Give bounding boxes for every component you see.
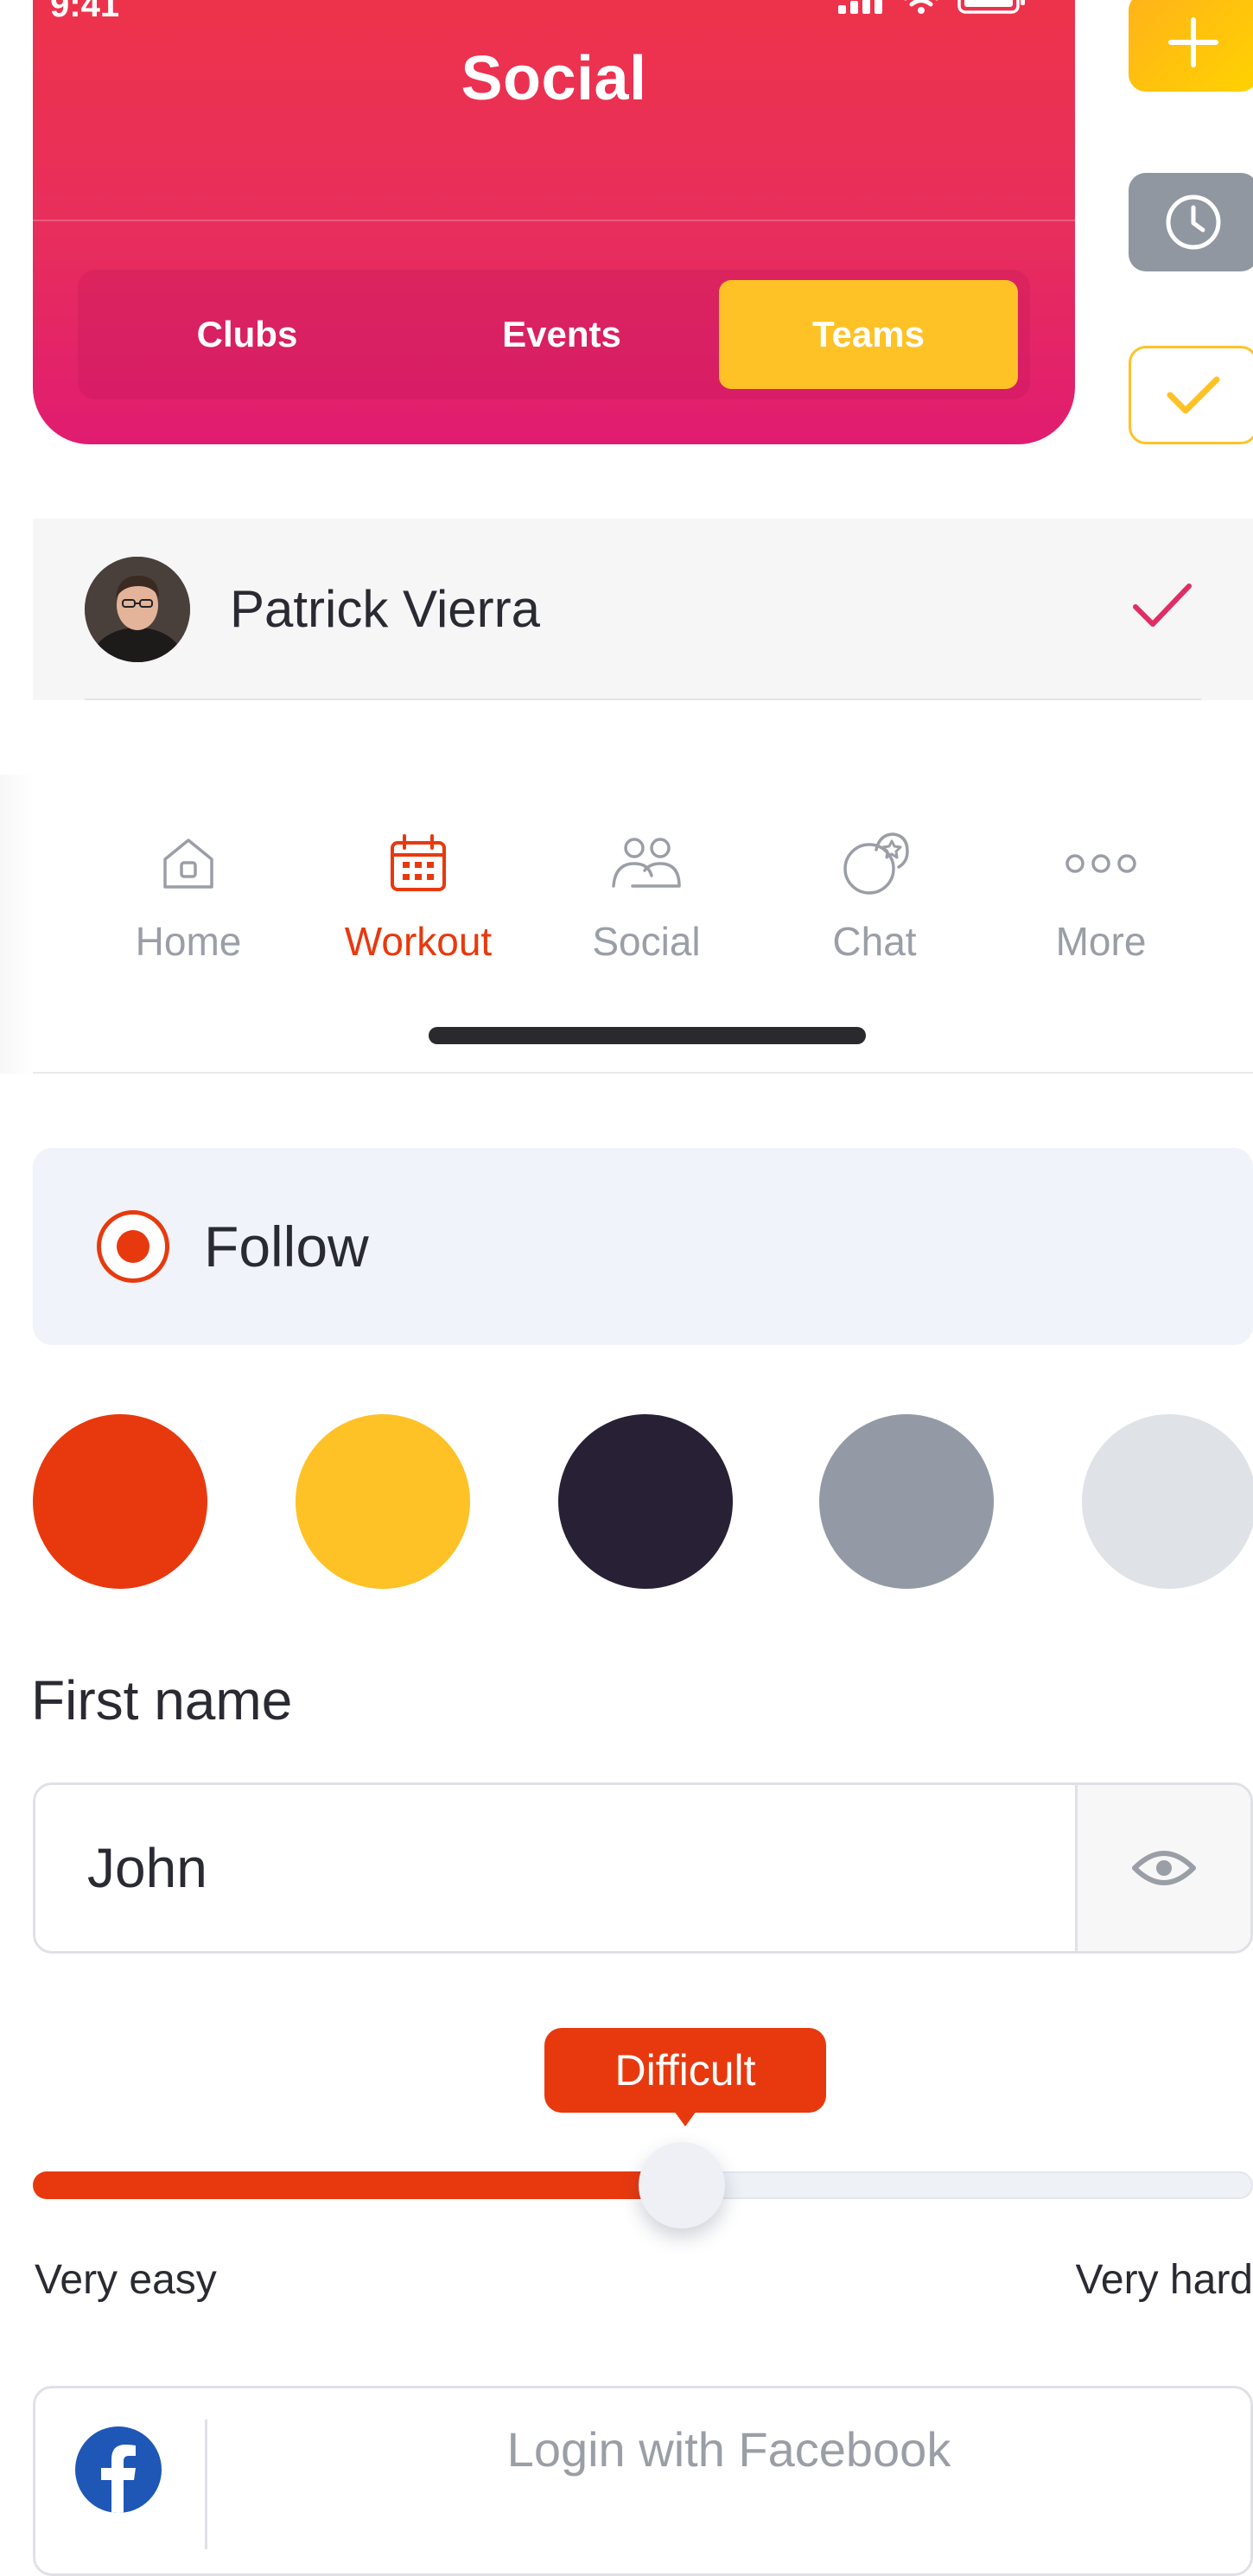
- chat-bubbles-icon: [843, 832, 909, 895]
- segmented-control: Clubs Events Teams: [78, 270, 1030, 399]
- follow-option[interactable]: Follow: [33, 1148, 1253, 1345]
- first-name-label: First name: [31, 1669, 293, 1731]
- follow-radio[interactable]: [97, 1210, 169, 1283]
- tab-workout-label: Workout: [344, 919, 493, 964]
- tab-chat[interactable]: Chat: [779, 826, 970, 991]
- tab-more[interactable]: More: [1006, 826, 1196, 991]
- tabbar-divider: [33, 1072, 1253, 1074]
- tab-more-label: More: [1055, 919, 1147, 964]
- status-icons: [838, 0, 1027, 14]
- facebook-icon: [75, 2426, 162, 2513]
- signal-icon: [838, 0, 882, 14]
- difficulty-slider-fill: [33, 2171, 683, 2199]
- contact-list-item[interactable]: Patrick Vierra: [33, 519, 1253, 700]
- row-divider: [85, 698, 1201, 700]
- selected-check-icon: [1133, 583, 1192, 627]
- add-button[interactable]: [1129, 0, 1253, 92]
- tab-social[interactable]: Social: [551, 826, 741, 991]
- avatar-portrait-icon: [85, 557, 190, 662]
- status-time: 9:41: [50, 0, 120, 24]
- first-name-field-wrapper: [33, 1782, 1253, 1954]
- slider-value-tooltip: Difficult: [544, 2028, 826, 2126]
- home-indicator: [429, 1027, 866, 1044]
- wifi-icon: [904, 0, 938, 14]
- segment-events[interactable]: Events: [404, 280, 719, 389]
- tab-chat-label: Chat: [832, 919, 917, 964]
- home-icon: [163, 838, 213, 889]
- difficulty-slider-thumb[interactable]: [639, 2142, 726, 2228]
- avatar: [85, 557, 190, 662]
- plus-icon: [1168, 17, 1218, 67]
- toggle-visibility-button[interactable]: [1075, 1785, 1250, 1951]
- page-title: Social: [461, 44, 647, 113]
- header-divider: [33, 220, 1075, 221]
- more-dots-icon: [1065, 854, 1136, 873]
- follow-label: Follow: [204, 1215, 369, 1278]
- bottom-tab-bar: Home Workout Social Chat More: [0, 775, 1253, 1074]
- check-icon: [1167, 376, 1220, 414]
- facebook-button-label: Login with Facebook: [506, 2422, 951, 2477]
- login-with-facebook-button[interactable]: Login with Facebook: [33, 2386, 1253, 2576]
- color-swatch-dark[interactable]: [558, 1414, 733, 1589]
- eye-icon: [1132, 1851, 1196, 1885]
- tab-home[interactable]: Home: [93, 826, 283, 991]
- people-icon: [612, 838, 681, 888]
- contact-name: Patrick Vierra: [230, 580, 541, 638]
- color-swatch-red[interactable]: [33, 1414, 207, 1589]
- color-swatch-light-gray[interactable]: [1082, 1414, 1253, 1589]
- slider-max-label: Very hard: [1075, 2257, 1253, 2303]
- segment-clubs[interactable]: Clubs: [90, 280, 404, 389]
- color-swatch-yellow[interactable]: [296, 1414, 470, 1589]
- tab-home-label: Home: [135, 919, 242, 964]
- first-name-input[interactable]: [35, 1785, 1079, 1951]
- calendar-icon: [391, 834, 446, 891]
- tabbar-edge: [0, 775, 33, 1074]
- battery-icon: [957, 0, 1025, 14]
- social-header-card: 9:41 Social Clubs Events Teams: [33, 0, 1075, 444]
- clock-button[interactable]: [1129, 173, 1253, 271]
- tab-workout[interactable]: Workout: [323, 826, 513, 991]
- color-swatch-gray[interactable]: [819, 1414, 994, 1589]
- segment-teams[interactable]: Teams: [719, 280, 1018, 389]
- slider-min-label: Very easy: [35, 2257, 217, 2303]
- tab-social-label: Social: [592, 919, 701, 964]
- clock-icon: [1166, 194, 1221, 250]
- check-button[interactable]: [1129, 346, 1253, 444]
